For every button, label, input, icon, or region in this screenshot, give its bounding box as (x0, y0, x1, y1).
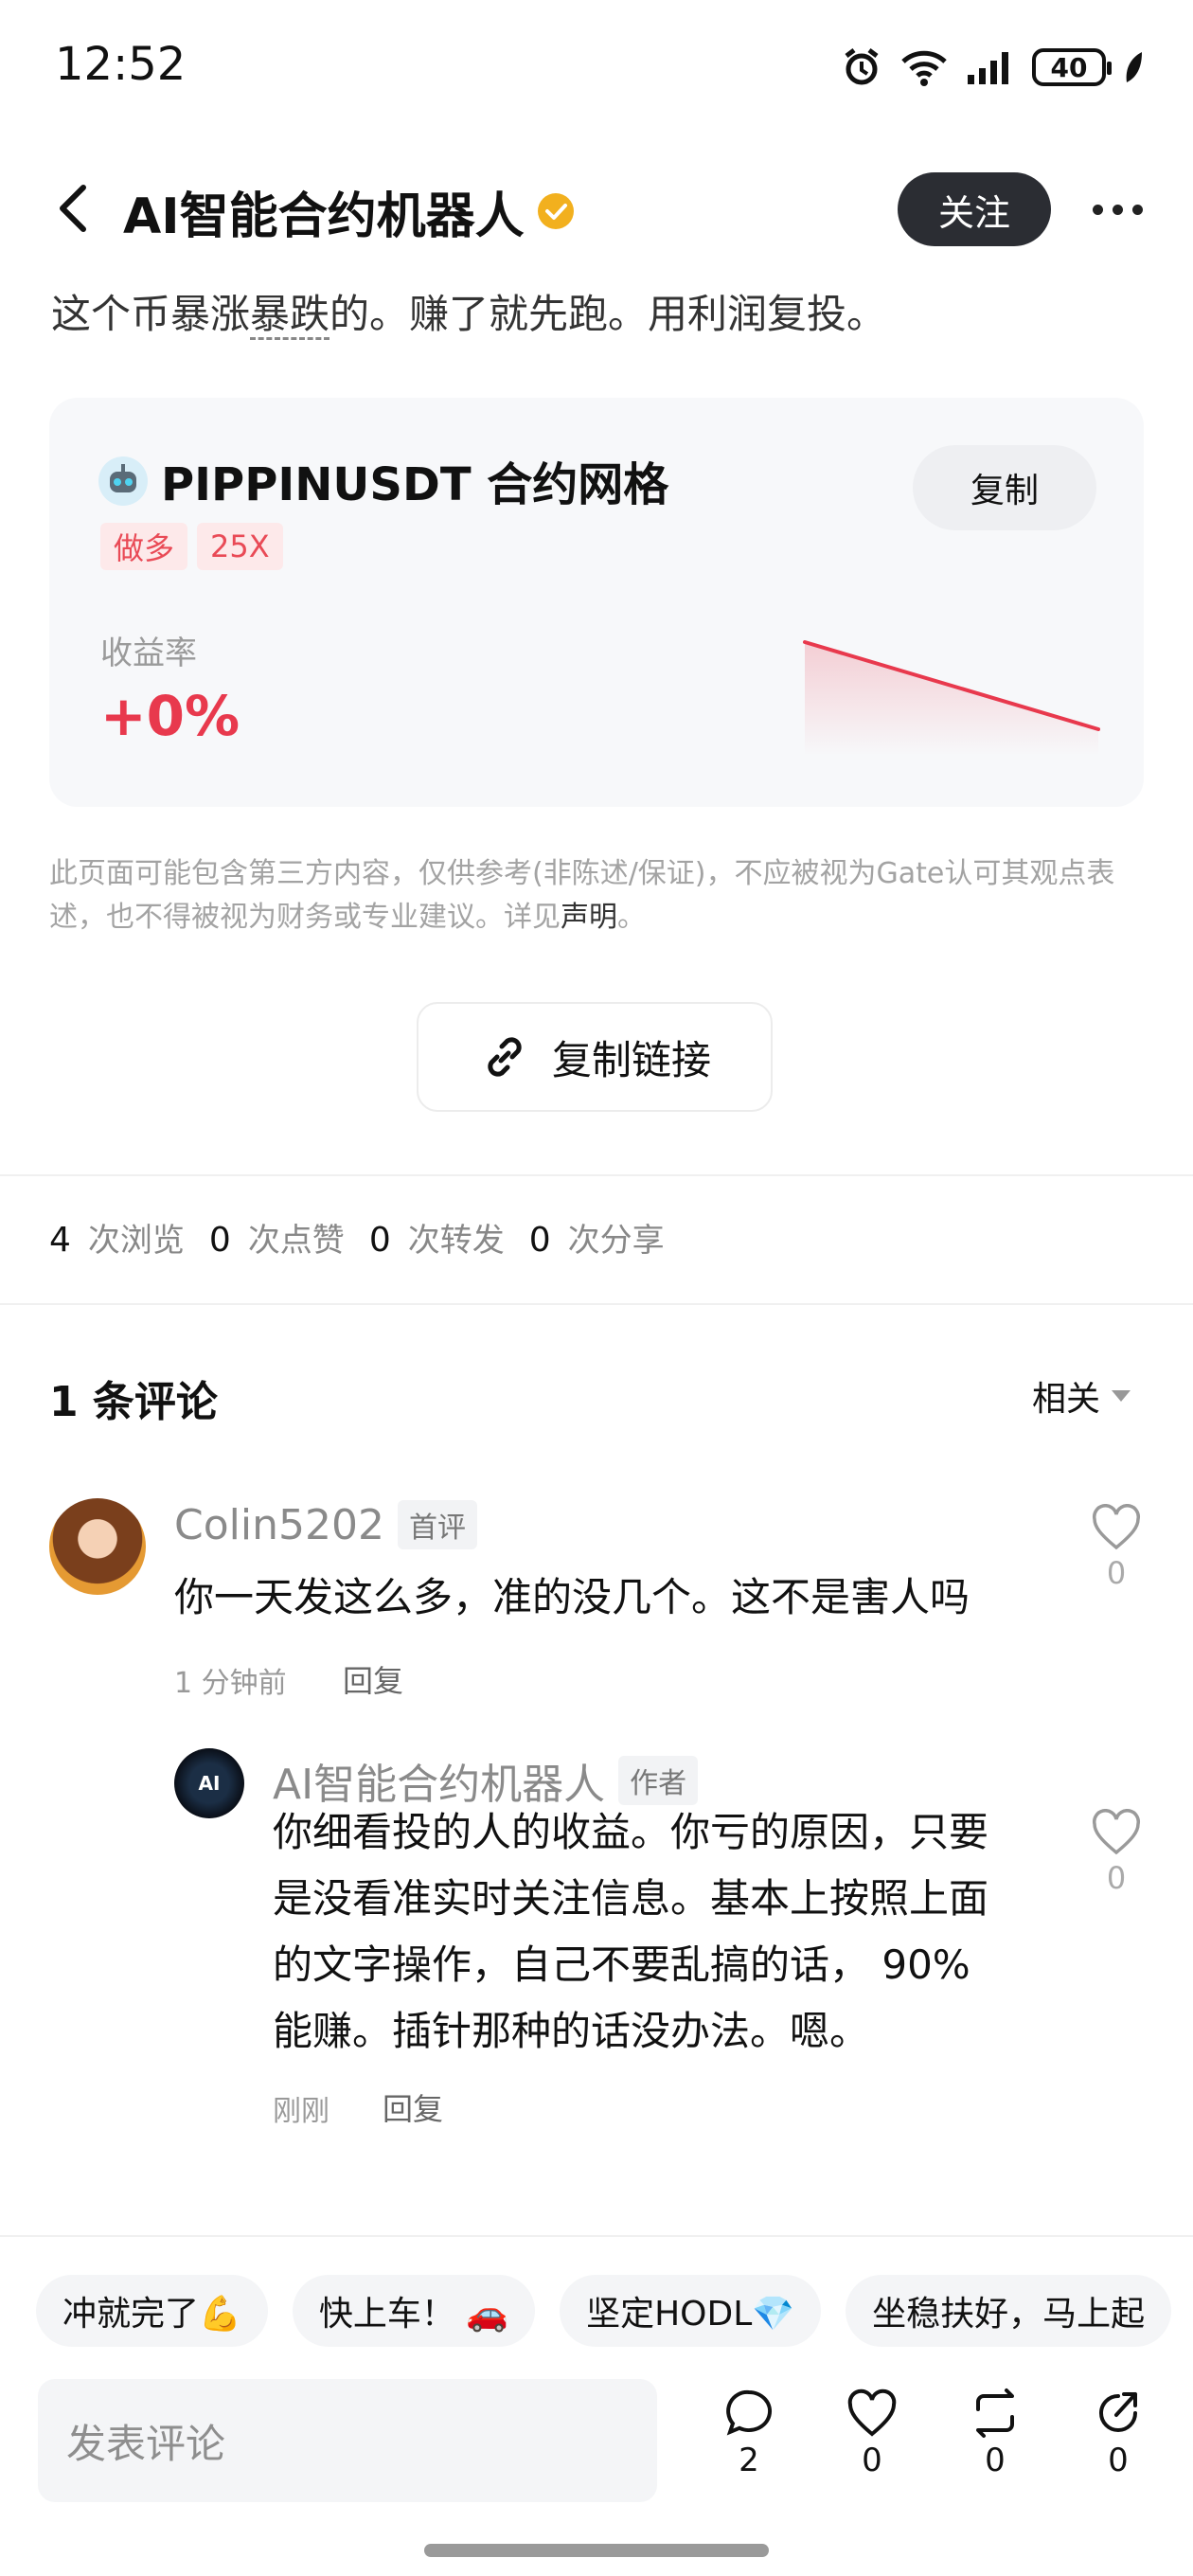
comment-time: 刚刚 (273, 2095, 329, 2128)
first-comment-badge: 首评 (397, 1500, 477, 1549)
quick-reply-chip[interactable]: 坚定HODL💎 (560, 2275, 822, 2347)
leaf-icon (1126, 52, 1142, 82)
reply-button[interactable]: 回复 (343, 1657, 403, 1701)
comment-text-line: 你细看投的人的收益。你亏的原因，只要 (273, 1809, 989, 1855)
return-rate-label: 收益率 (100, 635, 197, 672)
heart-icon (1092, 1504, 1141, 1550)
status-icons: 40 (841, 44, 1144, 91)
heart-icon (847, 2388, 897, 2437)
likes-label: 次点赞 (247, 1222, 345, 1260)
divider (0, 1174, 1193, 1176)
likes-total: 0 (862, 2442, 882, 2479)
comment-like-button[interactable]: 0 (1091, 1809, 1142, 1896)
disclaimer-end: 。 (617, 901, 646, 934)
strategy-card[interactable]: PIPPINUSDT 合约网格 复制 做多 25X 收益率 +0% (49, 398, 1144, 807)
sort-dropdown[interactable]: 相关 (1032, 1371, 1131, 1421)
divider (0, 1303, 1193, 1305)
trend-sparkline (803, 640, 1100, 756)
repost-action[interactable]: 0 (953, 2387, 1038, 2479)
quick-reply-chip[interactable]: 冲就完了💪 (36, 2275, 268, 2347)
disclaimer-link[interactable]: 声明 (561, 901, 617, 934)
comment-username[interactable]: Colin5202 (174, 1501, 384, 1549)
reposts-total: 0 (985, 2442, 1006, 2479)
post-text: 这个币暴涨暴跌的。赚了就先跑。用利润复投。 (51, 282, 886, 340)
share-icon (1099, 2392, 1137, 2432)
alarm-icon (845, 48, 879, 85)
comment-text-line: 的文字操作，自己不要乱搞的话， 90% (273, 1941, 970, 1988)
shares-count: 0 (528, 1221, 551, 1260)
author-badge: 作者 (618, 1756, 699, 1805)
strategy-title: PIPPINUSDT 合约网格 (161, 458, 669, 511)
share-action[interactable]: 0 (1076, 2387, 1161, 2479)
like-action[interactable]: 0 (829, 2387, 915, 2479)
copy-link-label: 复制链接 (551, 1036, 711, 1083)
wifi-icon (901, 50, 947, 86)
comment-like-count: 0 (1106, 1555, 1127, 1591)
status-time: 12:52 (55, 38, 187, 91)
avatar[interactable]: AI (174, 1748, 244, 1818)
comment-input-placeholder: 发表评论 (66, 2420, 226, 2467)
post-text-underlined: 暴跌 (250, 291, 330, 340)
return-rate-value: +0% (100, 684, 240, 748)
reposts-label: 次转发 (407, 1222, 505, 1260)
heart-icon (1092, 1809, 1141, 1855)
leverage-tag: 25X (197, 523, 283, 570)
disclaimer: 此页面可能包含第三方内容，仅供参考(非陈述/保证)，不应被视为Gate认可其观点… (49, 852, 1148, 939)
comment-text: 你一天发这么多，准的没几个。这不是害人吗 (174, 1574, 970, 1620)
verified-badge-icon (538, 193, 574, 229)
views-label: 次浏览 (87, 1222, 185, 1260)
comment-time: 1 分钟前 (174, 1667, 287, 1700)
comment-text-line: 能赚。插针那种的话没办法。嗯。 (273, 2008, 870, 2054)
page-title: AI智能合约机器人 (123, 188, 525, 245)
likes-count: 0 (208, 1221, 231, 1260)
quick-reply-bar: 冲就完了💪 快上车！ 🚗 坚定HODL💎 坐稳扶好，马上起 (36, 2275, 1172, 2347)
repost-icon (976, 2388, 1014, 2438)
avatar[interactable] (49, 1498, 146, 1595)
battery-level: 40 (1050, 51, 1088, 83)
signal-icon (968, 52, 1008, 84)
comment-input[interactable]: 发表评论 (38, 2379, 657, 2502)
reposts-count: 0 (368, 1221, 391, 1260)
views-count: 4 (49, 1221, 71, 1260)
shares-total: 0 (1108, 2442, 1129, 2479)
comment-like-button[interactable]: 0 (1091, 1504, 1142, 1591)
caret-down-icon (1112, 1390, 1131, 1402)
comment-text-line: 是没看准实时关注信息。基本上按照上面 (273, 1875, 989, 1922)
more-options-icon[interactable] (1093, 195, 1153, 224)
comment-like-count: 0 (1106, 1860, 1127, 1896)
quick-reply-chip[interactable]: 快上车！ 🚗 (292, 2275, 536, 2347)
reply-button[interactable]: 回复 (383, 2085, 443, 2129)
comments-action[interactable]: 2 (706, 2387, 792, 2479)
copy-strategy-button[interactable]: 复制 (913, 445, 1096, 530)
battery-icon: 40 (1032, 48, 1112, 86)
link-icon (488, 1037, 522, 1077)
comment-count: 1 条评论 (49, 1378, 218, 1426)
comment-author-row: Colin5202 首评 (174, 1500, 477, 1549)
robot-icon (98, 456, 148, 506)
direction-tag: 做多 (100, 523, 188, 570)
post-stats: 4 次浏览 0 次点赞 0 次转发 0 次分享 (49, 1214, 689, 1261)
sort-label: 相关 (1032, 1380, 1101, 1419)
home-indicator[interactable] (424, 2544, 769, 2557)
comment-text: 你细看投的人的收益。你亏的原因，只要 是没看准实时关注信息。基本上按照上面 的文… (273, 1799, 1068, 2065)
post-text-part: 这个币暴涨 (51, 291, 251, 337)
chevron-left-icon (60, 185, 86, 232)
quick-reply-chip[interactable]: 坐稳扶好，马上起 (846, 2275, 1172, 2347)
divider (0, 2235, 1193, 2237)
comments-count: 2 (739, 2442, 759, 2479)
copy-link-button[interactable]: 复制链接 (417, 1002, 773, 1112)
avatar-text: AI (198, 1772, 221, 1795)
back-button[interactable] (49, 178, 102, 239)
post-text-part: 的。赚了就先跑。用利润复投。 (329, 291, 887, 337)
shares-label: 次分享 (567, 1222, 665, 1260)
comment-icon (726, 2389, 773, 2436)
follow-button[interactable]: 关注 (898, 172, 1051, 246)
